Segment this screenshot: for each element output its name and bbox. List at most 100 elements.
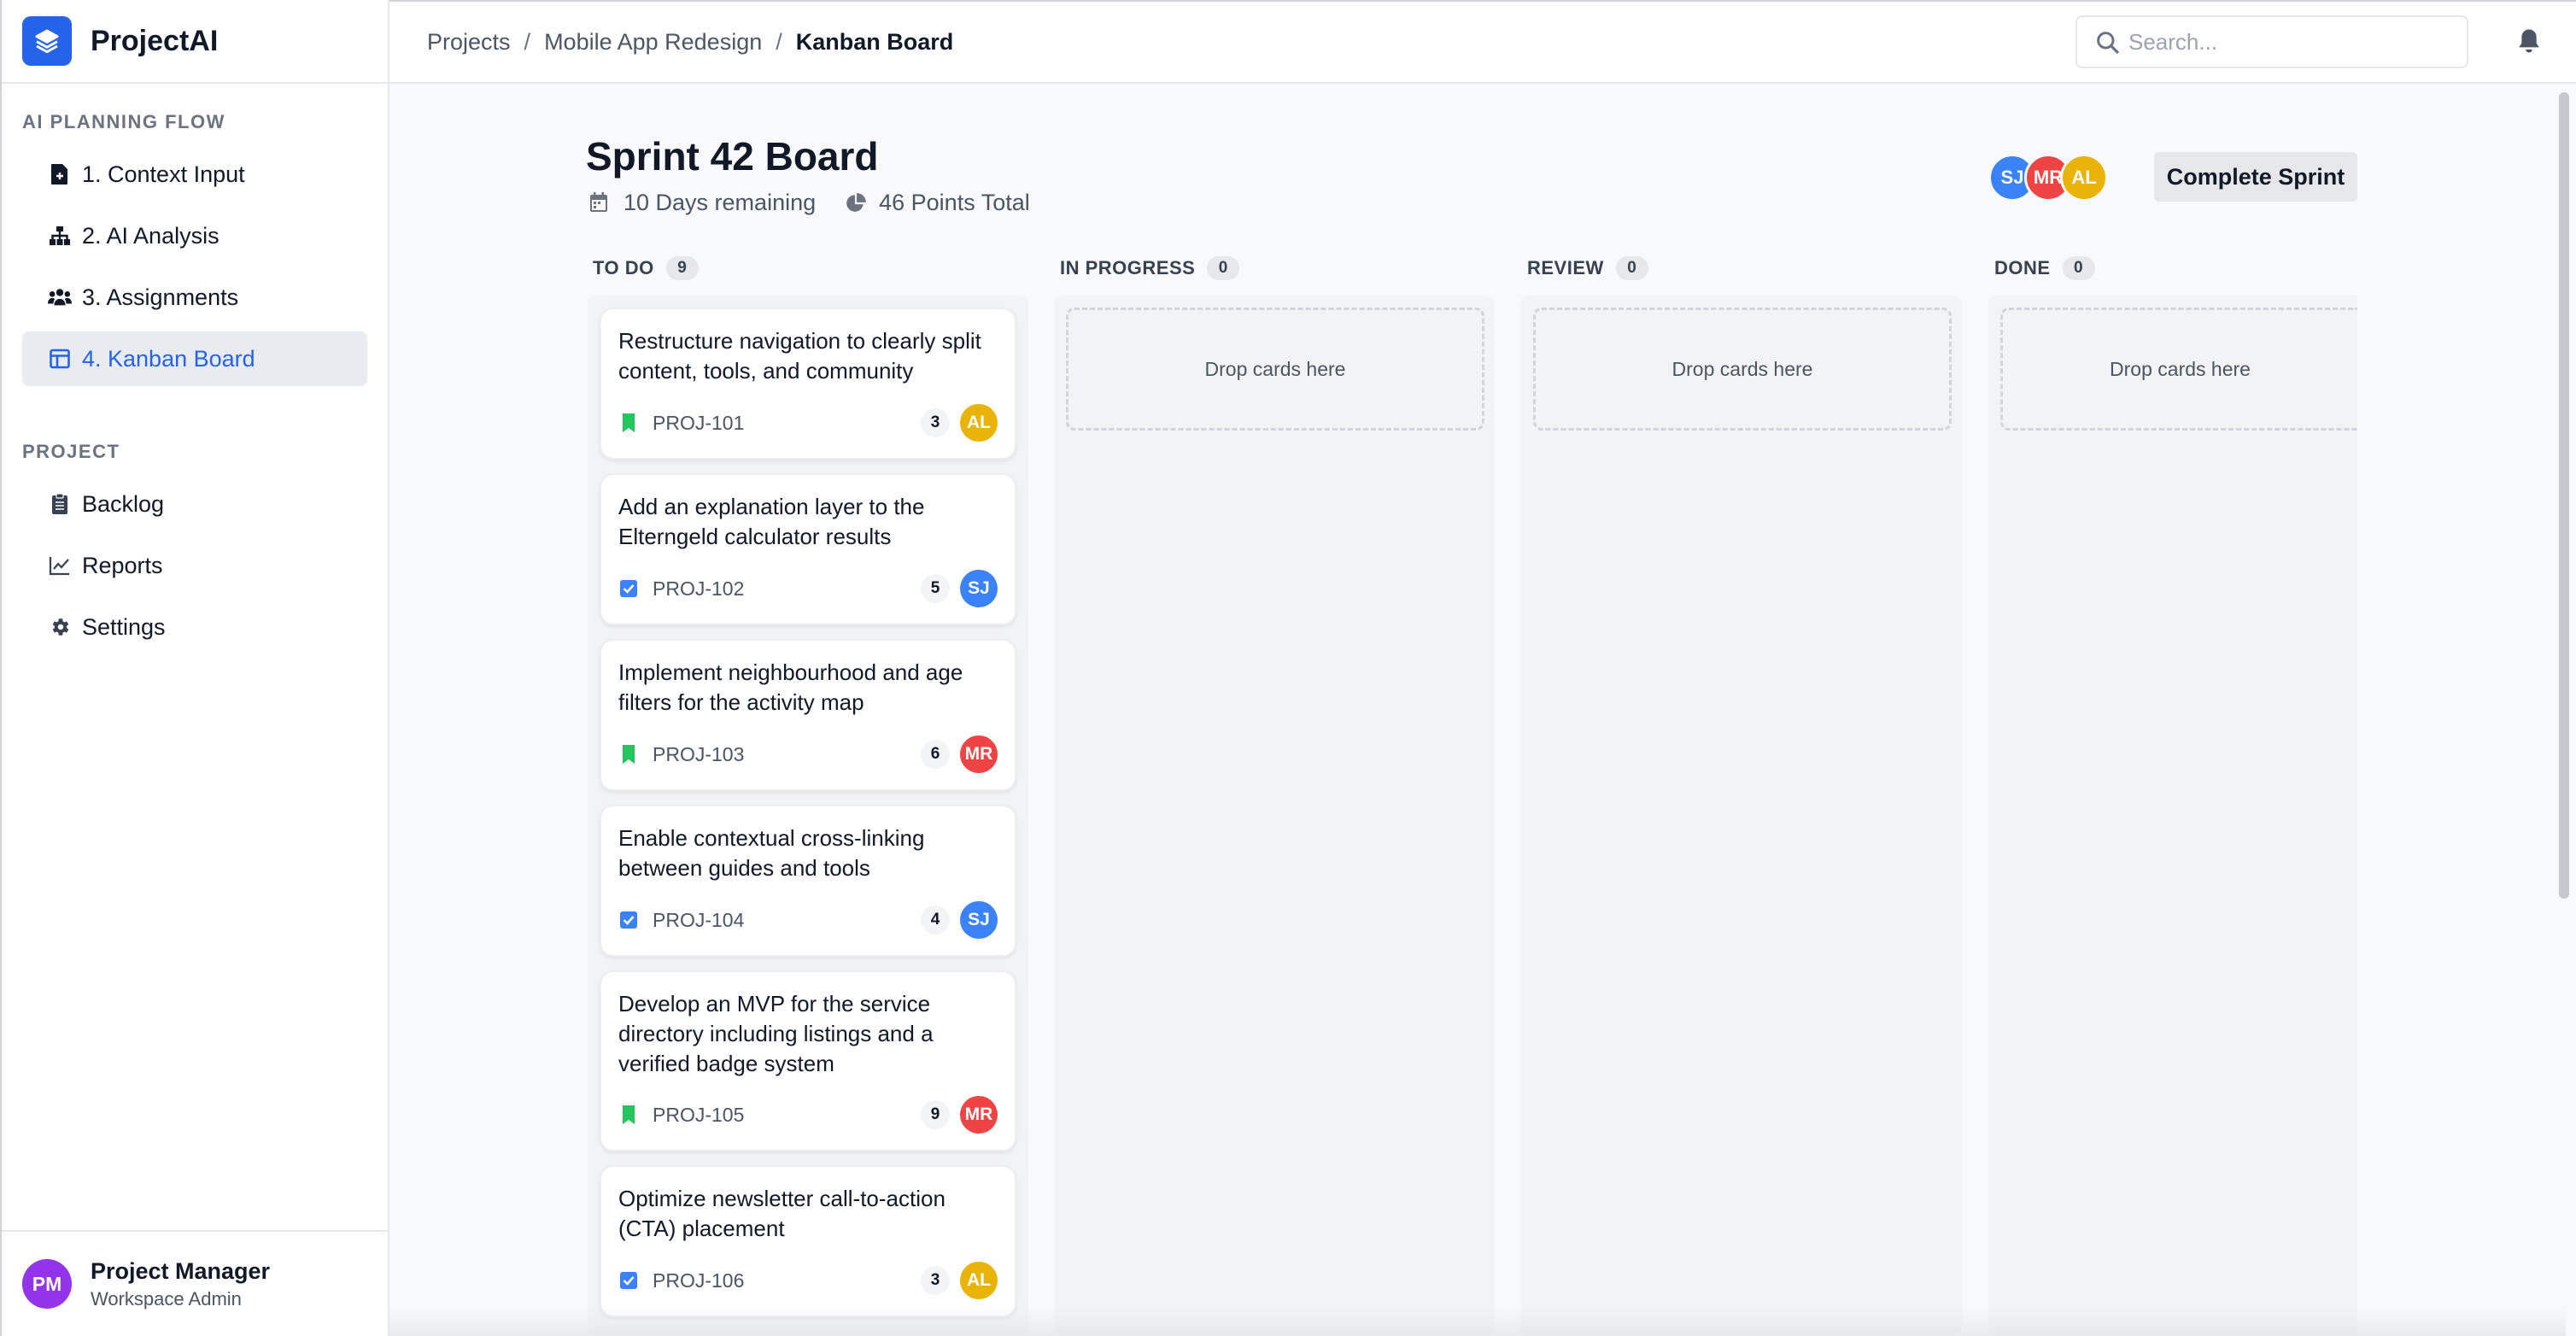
column-header-in-progress: IN PROGRESS 0 xyxy=(1060,256,1240,280)
card-title: Enable contextual cross-linking between … xyxy=(618,825,925,881)
column-title: DONE xyxy=(1994,257,2051,278)
user-name: Project Manager xyxy=(91,1257,271,1284)
breadcrumb-mobile-app-redesign[interactable]: Mobile App Redesign xyxy=(544,29,762,56)
column-header-review: REVIEW 0 xyxy=(1527,256,1648,280)
card-key: PROJ-102 xyxy=(653,577,745,600)
card-key: PROJ-103 xyxy=(653,742,745,765)
sidebar-item-context-input[interactable]: 1. Context Input xyxy=(22,147,367,202)
card-title: Restructure navigation to clearly split … xyxy=(618,328,981,384)
dropzone[interactable]: Drop cards here xyxy=(1066,308,1484,431)
page-title: Sprint 42 Board xyxy=(586,134,879,179)
line-chart-icon xyxy=(48,554,72,577)
bottom-fade xyxy=(389,1307,2566,1336)
story-points-badge: 4 xyxy=(921,905,950,935)
column-count: 0 xyxy=(1615,256,1648,280)
breadcrumb: Projects / Mobile App Redesign / Kanban … xyxy=(427,29,953,56)
search-input[interactable] xyxy=(2128,28,2453,56)
calendar-icon xyxy=(589,191,610,214)
bookmark-icon xyxy=(618,744,639,765)
sidebar-item-label: Settings xyxy=(82,613,166,640)
points-total: 46 Points Total xyxy=(879,190,1030,215)
clipboard-icon xyxy=(48,492,72,516)
column-review: Drop cards here xyxy=(1521,296,1962,1336)
sidebar-item-label: 4. Kanban Board xyxy=(82,345,255,372)
sidebar-item-backlog[interactable]: Backlog xyxy=(22,477,367,531)
breadcrumb-separator: / xyxy=(776,28,782,55)
task-card[interactable]: Enable contextual cross-linking between … xyxy=(600,805,1016,957)
days-remaining: 10 Days remaining xyxy=(624,190,817,215)
sidebar-item-label: Reports xyxy=(82,552,163,578)
sidebar-item-assignments[interactable]: 3. Assignments xyxy=(22,270,367,325)
card-title: Implement neighbourhood and age filters … xyxy=(618,659,963,715)
user-role: Workspace Admin xyxy=(91,1287,242,1310)
sidebar-item-label: 1. Context Input xyxy=(82,161,245,187)
card-key: PROJ-104 xyxy=(653,908,745,931)
sidebar-item-label: Backlog xyxy=(82,490,165,517)
column-count: 0 xyxy=(1207,256,1240,280)
avatar: MR xyxy=(960,1096,998,1134)
dropzone[interactable]: Drop cards here xyxy=(1533,308,1952,431)
users-icon xyxy=(48,285,72,309)
file-plus-icon xyxy=(48,162,72,186)
bookmark-icon xyxy=(618,1105,639,1125)
column-done: Drop cards here xyxy=(1988,296,2357,1336)
flow-heading: AI PLANNING FLOW xyxy=(22,111,225,132)
sidebar-item-label: 2. AI Analysis xyxy=(82,222,220,249)
story-points-badge: 5 xyxy=(921,574,950,603)
bookmark-icon xyxy=(618,413,639,433)
card-title: Add an explanation layer to the Elternge… xyxy=(618,494,925,549)
story-points-badge: 3 xyxy=(921,1266,950,1295)
column-title: REVIEW xyxy=(1527,257,1604,278)
task-card[interactable]: Restructure navigation to clearly split … xyxy=(600,308,1016,460)
avatar: SJ xyxy=(960,901,998,939)
column-title: TO DO xyxy=(593,257,654,278)
story-points-badge: 3 xyxy=(921,408,950,437)
complete-sprint-button[interactable]: Complete Sprint xyxy=(2154,152,2357,202)
breadcrumb-projects[interactable]: Projects xyxy=(427,29,511,56)
scrollbar[interactable] xyxy=(2559,92,2569,899)
team-avatars[interactable]: SJ MR AL xyxy=(1988,154,2108,202)
top-bar: Projects / Mobile App Redesign / Kanban … xyxy=(389,0,2576,84)
checkbox-icon xyxy=(618,1270,639,1291)
sidebar-item-ai-analysis[interactable]: 2. AI Analysis xyxy=(22,208,367,263)
sidebar-item-label: 3. Assignments xyxy=(82,284,239,310)
gear-icon xyxy=(48,615,72,639)
task-card[interactable]: Add an explanation layer to the Elternge… xyxy=(600,473,1016,625)
task-card[interactable]: Optimize newsletter call-to-action (CTA)… xyxy=(600,1165,1016,1317)
avatar: AL xyxy=(960,1262,998,1299)
task-card[interactable]: Implement neighbourhood and age filters … xyxy=(600,639,1016,791)
brand[interactable]: ProjectAI xyxy=(2,0,388,84)
avatar: SJ xyxy=(960,570,998,607)
column-header-todo: TO DO 9 xyxy=(593,256,699,280)
pie-chart-icon xyxy=(845,192,867,214)
avatar: PM xyxy=(22,1259,72,1309)
card-title: Develop an MVP for the service directory… xyxy=(618,991,934,1076)
layers-logo-icon xyxy=(22,16,72,66)
sidebar-item-kanban-board[interactable]: 4. Kanban Board xyxy=(22,331,367,386)
checkbox-icon xyxy=(618,578,639,599)
card-title: Optimize newsletter call-to-action (CTA)… xyxy=(618,1186,946,1241)
story-points-badge: 6 xyxy=(921,740,950,769)
sidebar-item-reports[interactable]: Reports xyxy=(22,538,367,593)
task-card[interactable]: Develop an MVP for the service directory… xyxy=(600,970,1016,1151)
avatar: MR xyxy=(960,735,998,773)
search-icon xyxy=(2094,29,2122,61)
avatar[interactable]: AL xyxy=(2060,154,2108,202)
card-key: PROJ-106 xyxy=(653,1269,745,1292)
column-count: 0 xyxy=(2062,256,2095,280)
dropzone[interactable]: Drop cards here xyxy=(2000,308,2357,431)
checkbox-icon xyxy=(618,910,639,930)
breadcrumb-kanban-board: Kanban Board xyxy=(795,28,954,55)
breadcrumb-separator: / xyxy=(524,28,531,55)
sprint-meta: 10 Days remaining 46 Points Total xyxy=(589,190,1030,216)
sitemap-icon xyxy=(48,224,72,248)
bell-icon[interactable] xyxy=(2516,27,2545,58)
kanban-icon xyxy=(48,347,72,371)
avatar: AL xyxy=(960,404,998,442)
column-header-done: DONE 0 xyxy=(1994,256,2095,280)
sidebar-item-settings[interactable]: Settings xyxy=(22,600,367,654)
project-heading: PROJECT xyxy=(22,441,120,462)
card-key: PROJ-105 xyxy=(653,1103,745,1126)
user-profile[interactable]: PM Project Manager Workspace Admin xyxy=(2,1230,389,1336)
search-box[interactable] xyxy=(2075,15,2468,68)
